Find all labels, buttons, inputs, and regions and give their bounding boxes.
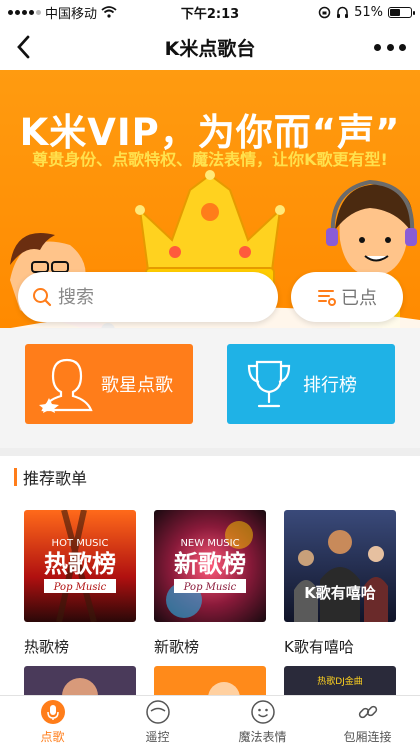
- tab-label: 点歌: [40, 729, 65, 744]
- back-arrow-icon[interactable]: [10, 32, 40, 62]
- section-divider: [0, 448, 420, 456]
- status-time: 下午2:13: [180, 6, 240, 22]
- smile-icon: [250, 699, 275, 724]
- cover-sub-text: Pop Music: [53, 582, 107, 593]
- ranking-card[interactable]: 排行榜: [227, 344, 395, 424]
- remote-icon: [145, 699, 170, 724]
- trophy-icon: [247, 360, 291, 408]
- played-songs-label: 已点: [341, 288, 377, 309]
- bottom-tab-bar: 点歌 遥控 魔法表情 包厢连接: [0, 695, 420, 747]
- cover-top-text: NEW MUSIC: [180, 538, 239, 549]
- cover-main-text: 热歌DJ金曲: [317, 675, 363, 687]
- tab-label: 遥控: [145, 729, 170, 744]
- tab-room-connect[interactable]: 包厢连接: [315, 696, 420, 747]
- banner-subline: 尊贵身份、点歌特权、魔法表情，让你K歌更有型!: [32, 150, 388, 169]
- cover-main-text: 热歌榜: [44, 550, 116, 578]
- playlist-icon: [318, 290, 336, 306]
- singer-search-label: 歌星点歌: [101, 375, 173, 396]
- cover-main-text: K歌有嘻哈: [304, 584, 376, 602]
- playlist-cover-hiphop: K歌有嘻哈: [284, 510, 396, 622]
- status-bar: 中国移动 下午2:13 51%: [0, 0, 420, 24]
- heading-accent-bar: [14, 468, 17, 486]
- playlist-cover-new: NEW MUSIC 新歌榜 Pop Music: [154, 510, 266, 622]
- status-left: 中国移动: [8, 3, 148, 22]
- headphones-icon: [337, 6, 349, 18]
- recommend-section: 推荐歌单 HOT MUSIC 热歌榜 Pop Music 热歌榜 NEW MUS…: [0, 456, 420, 706]
- cover-top-text: HOT MUSIC: [52, 538, 109, 549]
- rotation-lock-icon: [318, 6, 331, 18]
- playlist-title-hot[interactable]: 热歌榜: [24, 636, 69, 657]
- cover-main-text: 新歌榜: [174, 550, 246, 578]
- playlist-tile-hot[interactable]: HOT MUSIC 热歌榜 Pop Music: [24, 510, 136, 622]
- wifi-icon: [101, 6, 117, 18]
- recommend-heading: 推荐歌单: [14, 466, 87, 488]
- playlist-tile-new[interactable]: NEW MUSIC 新歌榜 Pop Music: [154, 510, 266, 622]
- signal-icon: [8, 9, 41, 15]
- singer-search-card[interactable]: 歌星点歌: [25, 344, 193, 424]
- recommend-heading-label: 推荐歌单: [23, 469, 88, 488]
- carrier-label: 中国移动: [45, 6, 98, 22]
- page-title: K米点歌台: [164, 37, 256, 60]
- battery-percent: 51%: [354, 4, 383, 20]
- playlist-title-hiphop[interactable]: K歌有嘻哈: [284, 636, 354, 657]
- screen: 中国移动 下午2:13 51% K米点歌台 K米VIP，为你而“声” 尊贵身份、…: [0, 0, 420, 747]
- search-box[interactable]: [18, 272, 278, 322]
- playlist-tile-hiphop[interactable]: K歌有嘻哈: [284, 510, 396, 622]
- battery-icon: [388, 6, 415, 18]
- singer-icon: [39, 358, 93, 413]
- playlist-title-new[interactable]: 新歌榜: [154, 636, 199, 657]
- played-songs-button[interactable]: 已点: [291, 272, 403, 322]
- tab-label: 魔法表情: [238, 729, 287, 744]
- status-right: 51%: [272, 4, 415, 20]
- more-menu-icon[interactable]: [374, 36, 406, 58]
- link-icon: [358, 705, 377, 718]
- search-icon: [33, 288, 52, 307]
- nav-bar: K米点歌台: [0, 24, 420, 70]
- tab-label: 包厢连接: [343, 729, 392, 744]
- tab-magic-emoji[interactable]: 魔法表情: [210, 696, 315, 747]
- tab-remote[interactable]: 遥控: [105, 696, 210, 747]
- microphone-icon: [40, 699, 65, 724]
- playlist-cover-hot: HOT MUSIC 热歌榜 Pop Music: [24, 510, 136, 622]
- search-input[interactable]: [58, 286, 258, 308]
- cover-sub-text: Pop Music: [183, 582, 237, 593]
- ranking-label: 排行榜: [303, 375, 357, 396]
- tab-song-request[interactable]: 点歌: [0, 696, 105, 747]
